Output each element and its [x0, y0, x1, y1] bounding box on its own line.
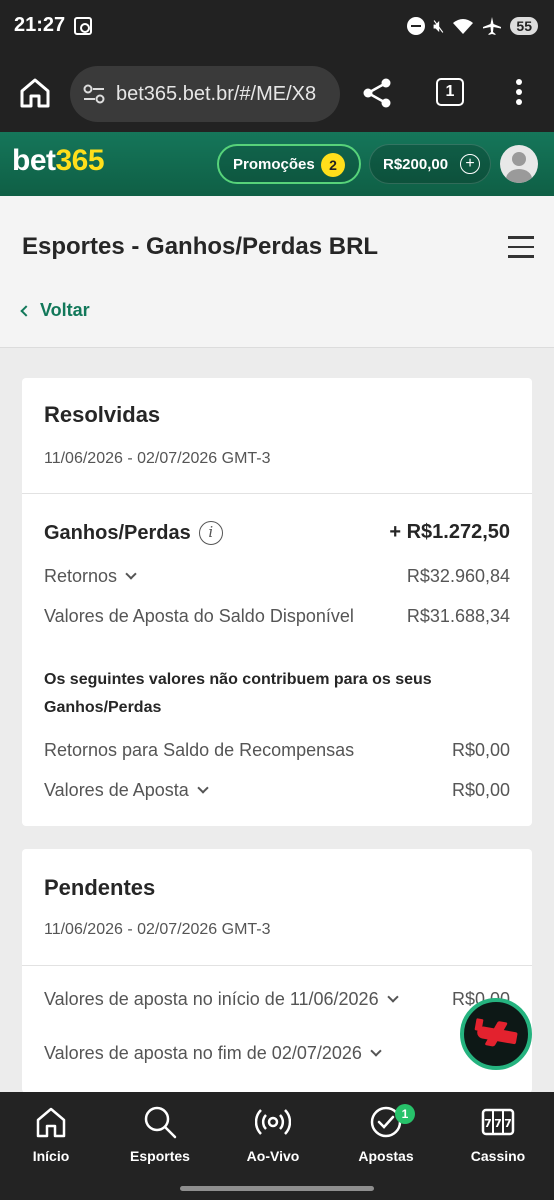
status-icons: 🔇︎ 55	[407, 14, 538, 38]
pending-start-row: Valores de aposta no início de 11/06/202…	[44, 989, 510, 1013]
chevron-down-icon	[197, 782, 209, 794]
browser-toolbar: bet365.bet.br/#/ME/X8 1	[0, 56, 554, 132]
divider	[22, 493, 532, 494]
browser-home-icon[interactable]	[18, 76, 52, 110]
stakes-value: R$31.688,34	[406, 606, 510, 626]
pending-date-range: 11/06/2026 - 02/07/2026 GMT-3	[44, 921, 271, 938]
chevron-down-icon	[386, 991, 399, 1003]
nav-item-home[interactable]: Início	[0, 1092, 106, 1178]
airplane-icon	[483, 17, 502, 35]
bets-count-badge: 1	[395, 1104, 415, 1124]
profit-loss-value: + R$1.272,50	[389, 521, 510, 543]
search-icon	[144, 1106, 177, 1139]
browser-menu-icon[interactable]	[508, 76, 530, 110]
airplane-icon	[476, 1025, 518, 1045]
bet-values-row: Valores de Aposta R$0,00	[44, 780, 510, 804]
promotions-button[interactable]: Promoções 2	[217, 144, 361, 184]
account-avatar[interactable]	[500, 145, 538, 183]
stakes-row: Valores de Aposta do Saldo Disponível R$…	[44, 606, 510, 630]
mute-icon: 🔇︎	[433, 16, 445, 36]
svg-text:7: 7	[504, 1117, 512, 1130]
tab-switcher-button[interactable]: 1	[436, 78, 464, 106]
url-text[interactable]: bet365.bet.br/#/ME/X8	[116, 83, 336, 106]
back-link[interactable]: Voltar	[20, 300, 90, 321]
resolved-date-range: 11/06/2026 - 02/07/2026 GMT-3	[44, 450, 271, 467]
do-not-disturb-icon	[407, 17, 426, 35]
site-header: bet365 Promoções 2 R$200,00 +	[0, 132, 554, 196]
aviator-game-button[interactable]	[460, 998, 532, 1070]
returns-toggle[interactable]: Retornos	[44, 566, 137, 587]
pending-start-label: Valores de aposta no início de 11/06/202…	[44, 989, 379, 1009]
pending-title: Pendentes	[44, 875, 156, 900]
resolved-title: Resolvidas	[44, 402, 161, 427]
site-settings-icon[interactable]	[82, 83, 106, 105]
pending-start-toggle[interactable]: Valores de aposta no início de 11/06/202…	[44, 989, 399, 1010]
pending-card: Pendentes 11/06/2026 - 02/07/2026 GMT-3 …	[22, 849, 532, 1093]
profit-loss-row: Ganhos/Perdas i + R$1.272,50	[44, 521, 510, 545]
pending-end-toggle[interactable]: Valores de aposta no fim de 02/07/2026	[44, 1043, 382, 1064]
chevron-left-icon	[20, 304, 32, 317]
returns-row: Retornos R$32.960,84	[44, 566, 510, 590]
nav-label: Ao-Vivo	[246, 1148, 300, 1164]
chevron-down-icon	[370, 1045, 382, 1057]
gesture-handle[interactable]	[180, 1186, 374, 1191]
home-icon	[36, 1107, 66, 1138]
bottom-navigation: Início Esportes Ao-Vivo Apostas 1 7 7 7 …	[0, 1092, 554, 1200]
battery-indicator: 55	[510, 17, 538, 35]
bet-values-value: R$0,00	[451, 780, 510, 800]
resolved-card: Resolvidas 11/06/2026 - 02/07/2026 GMT-3…	[22, 378, 532, 826]
share-icon[interactable]	[360, 76, 394, 110]
pending-end-row: Valores de aposta no fim de 02/07/2026 R…	[44, 1043, 510, 1067]
divider	[22, 965, 532, 966]
nav-item-live[interactable]: Ao-Vivo	[218, 1092, 328, 1178]
non-contributing-note: Os seguintes valores não contribuem para…	[44, 671, 432, 716]
promotions-count-badge: 2	[321, 153, 345, 177]
nav-label: Início	[32, 1148, 70, 1164]
status-time: 21:27	[14, 14, 66, 36]
hamburger-menu-icon[interactable]	[508, 236, 534, 258]
reward-returns-row: Retornos para Saldo de Recompensas R$0,0…	[44, 740, 510, 764]
slot-machine-icon: 7 7 7	[481, 1108, 515, 1136]
reward-returns-label: Retornos para Saldo de Recompensas	[44, 740, 355, 760]
balance-amount: R$200,00	[383, 156, 449, 173]
nav-label: Cassino	[470, 1148, 526, 1164]
svg-text:7: 7	[494, 1117, 502, 1130]
nav-item-bets[interactable]: Apostas	[331, 1092, 441, 1178]
nav-label: Apostas	[358, 1148, 414, 1164]
bet-values-toggle[interactable]: Valores de Aposta	[44, 780, 209, 801]
wifi-icon	[453, 19, 474, 34]
bet365-logo[interactable]: bet365	[12, 144, 105, 178]
profit-loss-label: Ganhos/Perdas	[44, 521, 191, 544]
nav-label: Esportes	[130, 1148, 190, 1164]
back-label: Voltar	[40, 300, 90, 320]
reward-returns-value: R$0,00	[451, 740, 510, 760]
returns-label: Retornos	[44, 566, 118, 586]
pending-end-label: Valores de aposta no fim de 02/07/2026	[44, 1043, 362, 1063]
promotions-label: Promoções	[233, 156, 315, 173]
deposit-plus-icon[interactable]: +	[460, 154, 480, 174]
nav-item-sports[interactable]: Esportes	[105, 1092, 215, 1178]
nav-item-casino[interactable]: 7 7 7 Cassino	[443, 1092, 553, 1178]
address-bar[interactable]: bet365.bet.br/#/ME/X8	[70, 66, 340, 122]
status-bar: 21:27 🔇︎ 55	[0, 0, 554, 56]
screen-capture-icon	[74, 17, 92, 35]
svg-text:7: 7	[484, 1117, 492, 1130]
info-icon[interactable]: i	[198, 521, 223, 545]
returns-value: R$32.960,84	[406, 566, 510, 586]
live-broadcast-icon	[255, 1109, 291, 1135]
page-header: Esportes - Ganhos/Perdas BRL Voltar	[0, 196, 554, 348]
bet-values-label: Valores de Aposta	[44, 780, 189, 800]
balance-button[interactable]: R$200,00 +	[369, 144, 491, 184]
chevron-down-icon	[125, 568, 137, 580]
stakes-label: Valores de Aposta do Saldo Disponível	[44, 606, 354, 626]
page-title: Esportes - Ganhos/Perdas BRL	[22, 233, 379, 260]
